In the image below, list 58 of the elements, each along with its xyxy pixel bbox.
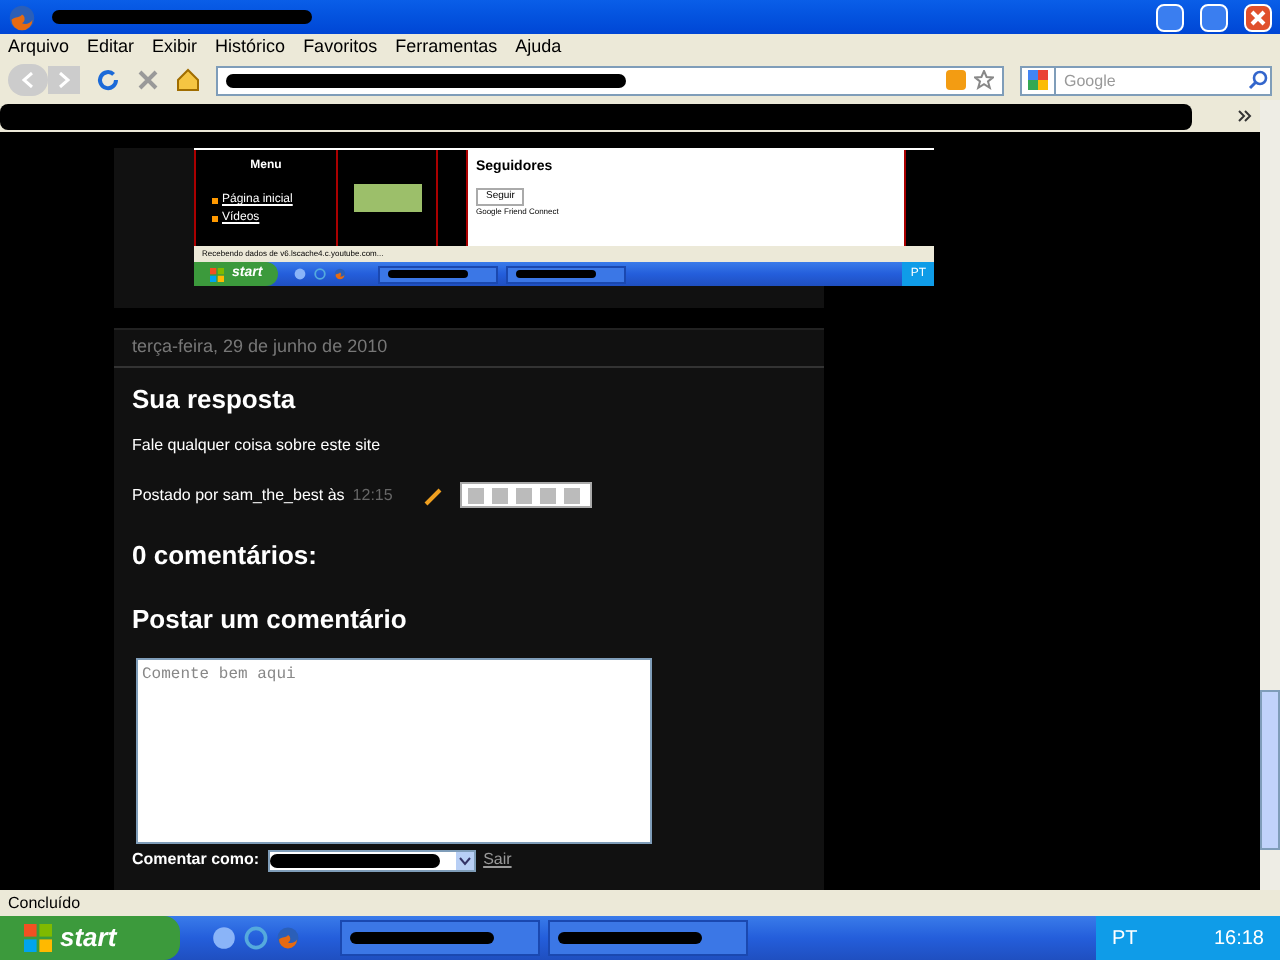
home-icon[interactable] bbox=[176, 68, 200, 92]
minimize-button[interactable] bbox=[1156, 3, 1184, 31]
scrollbar[interactable] bbox=[1260, 100, 1280, 890]
bullet-icon bbox=[212, 198, 218, 204]
photo-placeholder bbox=[353, 184, 421, 212]
comments-heading: 0 comentários: bbox=[132, 538, 319, 574]
form-heading: Postar um comentário bbox=[132, 601, 409, 637]
quick-launch-icon[interactable] bbox=[212, 926, 236, 950]
search-field[interactable]: Google bbox=[1056, 65, 1272, 95]
menu-item[interactable]: Editar bbox=[87, 33, 135, 61]
post-body: Fale qualquer coisa sobre este site bbox=[132, 434, 383, 458]
quick-launch-icon[interactable] bbox=[294, 268, 307, 280]
redaction-mark bbox=[558, 932, 702, 944]
start-button[interactable]: start bbox=[0, 916, 180, 960]
menu-item[interactable]: Exibir bbox=[152, 33, 198, 61]
close-button[interactable] bbox=[1244, 3, 1272, 31]
pencil-icon[interactable] bbox=[424, 485, 445, 505]
bullet-icon bbox=[212, 216, 218, 222]
stop-icon[interactable] bbox=[136, 68, 160, 92]
post-title: Sua resposta bbox=[132, 381, 298, 418]
post-byline: Postado por sam_the_best às bbox=[132, 483, 345, 507]
browser-logo-icon[interactable] bbox=[8, 3, 36, 31]
chevron-icon[interactable] bbox=[1238, 110, 1252, 122]
menu-item[interactable]: Ajuda bbox=[515, 33, 562, 61]
comment-field[interactable]: Comente bem aqui bbox=[136, 658, 652, 844]
browser-logo-icon[interactable] bbox=[276, 926, 300, 950]
search-engine-button[interactable] bbox=[1020, 65, 1056, 95]
search-icon[interactable] bbox=[1248, 69, 1268, 89]
menu-item[interactable]: Favoritos bbox=[303, 33, 378, 61]
comment-as-label: Comentar como: bbox=[132, 848, 260, 872]
menu-item[interactable]: Ferramentas bbox=[395, 33, 498, 61]
search-engine-icon bbox=[1028, 70, 1048, 90]
clock: 16:18 bbox=[1213, 925, 1264, 953]
menu-item[interactable]: Arquivo bbox=[8, 33, 70, 61]
windows-logo-icon bbox=[24, 924, 52, 952]
address-bar[interactable] bbox=[216, 65, 1004, 95]
dropdown-caret-icon bbox=[455, 851, 474, 869]
taskbar-window-button[interactable] bbox=[340, 920, 540, 956]
sign-out-link[interactable]: Sair bbox=[483, 848, 512, 872]
post-date: terça-feira, 29 de junho de 2010 bbox=[114, 330, 824, 367]
taskbar-window-button[interactable] bbox=[548, 920, 748, 956]
back-button[interactable] bbox=[8, 64, 48, 96]
share-buttons[interactable] bbox=[460, 482, 593, 508]
menu-item[interactable]: Histórico bbox=[215, 33, 286, 61]
windows-logo-icon bbox=[210, 267, 224, 281]
identity-dropdown[interactable] bbox=[267, 849, 476, 871]
taskbar-window-button[interactable] bbox=[378, 265, 499, 283]
redaction-mark bbox=[388, 270, 469, 278]
browser-logo-icon[interactable] bbox=[334, 268, 347, 280]
reload-icon[interactable] bbox=[96, 68, 120, 92]
close-icon bbox=[1246, 5, 1270, 29]
status-text: Concluído bbox=[8, 891, 81, 915]
redaction-mark bbox=[516, 270, 597, 278]
forward-button[interactable] bbox=[48, 66, 80, 94]
redaction-mark bbox=[350, 932, 494, 944]
restore-button[interactable] bbox=[1200, 3, 1228, 31]
taskbar-window-button[interactable] bbox=[506, 265, 627, 283]
star-icon[interactable] bbox=[974, 70, 994, 90]
